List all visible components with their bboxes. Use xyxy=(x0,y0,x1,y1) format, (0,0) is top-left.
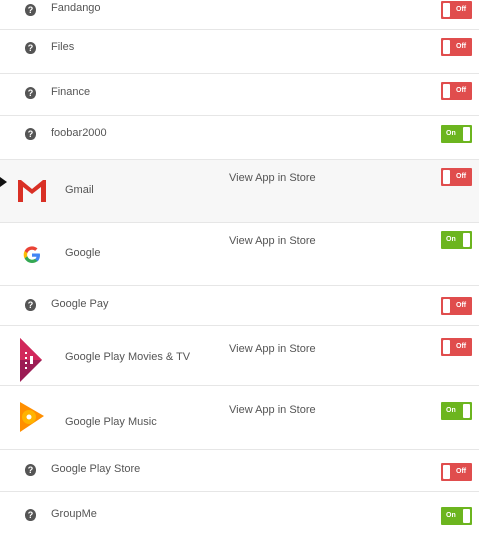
toggle-knob xyxy=(443,40,450,54)
app-name: Finance xyxy=(51,86,91,98)
list-item-foobar2000: ? foobar2000 On xyxy=(0,116,479,160)
toggle-switch[interactable]: On xyxy=(441,402,472,420)
play-music-icon xyxy=(20,402,44,432)
list-item-google-play-movies: Google Play Movies & TV View App in Stor… xyxy=(0,326,479,386)
list-item-files: ? Files Off xyxy=(0,30,479,74)
toggle-switch[interactable]: On xyxy=(441,125,472,143)
toggle-knob xyxy=(463,404,470,418)
question-icon: ? xyxy=(25,4,36,16)
app-name: foobar2000 xyxy=(51,127,107,139)
toggle-switch[interactable]: Off xyxy=(441,1,472,19)
toggle-knob xyxy=(463,233,470,247)
toggle-knob xyxy=(463,509,470,523)
mouse-cursor-icon xyxy=(0,177,7,187)
question-icon: ? xyxy=(25,42,36,54)
app-name: Files xyxy=(51,41,75,53)
list-item-google-play-music: Google Play Music View App in Store On xyxy=(0,386,479,450)
toggle-switch[interactable]: Off xyxy=(441,463,472,481)
app-name: Gmail xyxy=(65,184,94,196)
toggle-label: On xyxy=(446,236,456,243)
view-in-store-link[interactable]: View App in Store xyxy=(229,404,316,416)
list-item-finance: ? Finance Off xyxy=(0,74,479,116)
toggle-label: Off xyxy=(456,343,467,350)
toggle-label: Off xyxy=(456,468,467,475)
app-name: Google Play Music xyxy=(65,416,157,428)
question-icon: ? xyxy=(25,128,36,140)
toggle-switch[interactable]: Off xyxy=(441,168,472,186)
toggle-label: Off xyxy=(456,6,467,13)
view-in-store-link[interactable]: View App in Store xyxy=(229,343,316,355)
toggle-switch[interactable]: On xyxy=(441,507,472,525)
toggle-label: Off xyxy=(456,302,467,309)
list-item-fandango: ? Fandango Off xyxy=(0,0,479,30)
view-in-store-link[interactable]: View App in Store xyxy=(229,172,316,184)
question-icon: ? xyxy=(25,87,36,99)
toggle-switch[interactable]: Off xyxy=(441,82,472,100)
view-in-store-link[interactable]: View App in Store xyxy=(229,235,316,247)
toggle-label: Off xyxy=(456,43,467,50)
toggle-knob xyxy=(443,3,450,17)
toggle-knob xyxy=(443,170,450,184)
question-icon: ? xyxy=(25,464,36,476)
toggle-label: On xyxy=(446,512,456,519)
app-name: Google Play Movies & TV xyxy=(65,351,191,363)
toggle-knob xyxy=(443,299,450,313)
list-item-google: Google View App in Store On xyxy=(0,223,479,286)
list-item-google-play-store: ? Google Play Store Off xyxy=(0,450,479,492)
toggle-switch[interactable]: Off xyxy=(441,297,472,315)
list-item-groupme: ? GroupMe On xyxy=(0,492,479,538)
app-name: Fandango xyxy=(51,2,101,14)
app-list: ? Fandango Off ? Files Off ? Finance Off… xyxy=(0,0,479,538)
toggle-knob xyxy=(443,465,450,479)
question-icon: ? xyxy=(25,299,36,311)
app-name: Google xyxy=(65,247,101,259)
toggle-label: On xyxy=(446,407,456,414)
toggle-switch[interactable]: On xyxy=(441,231,472,249)
toggle-knob xyxy=(463,127,470,141)
list-item-google-pay: ? Google Pay Off xyxy=(0,286,479,326)
toggle-label: Off xyxy=(456,173,467,180)
toggle-label: On xyxy=(446,130,456,137)
toggle-switch[interactable]: Off xyxy=(441,38,472,56)
toggle-knob xyxy=(443,84,450,98)
app-name: Google Play Store xyxy=(51,463,141,475)
toggle-knob xyxy=(443,340,450,354)
google-icon xyxy=(23,246,40,263)
question-icon: ? xyxy=(25,509,36,521)
list-item-gmail: Gmail View App in Store Off xyxy=(0,160,479,223)
app-name: GroupMe xyxy=(51,508,97,520)
app-name: Google Pay xyxy=(51,298,109,310)
toggle-switch[interactable]: Off xyxy=(441,338,472,356)
gmail-icon xyxy=(18,180,46,202)
play-movies-icon xyxy=(20,338,42,382)
toggle-label: Off xyxy=(456,87,467,94)
